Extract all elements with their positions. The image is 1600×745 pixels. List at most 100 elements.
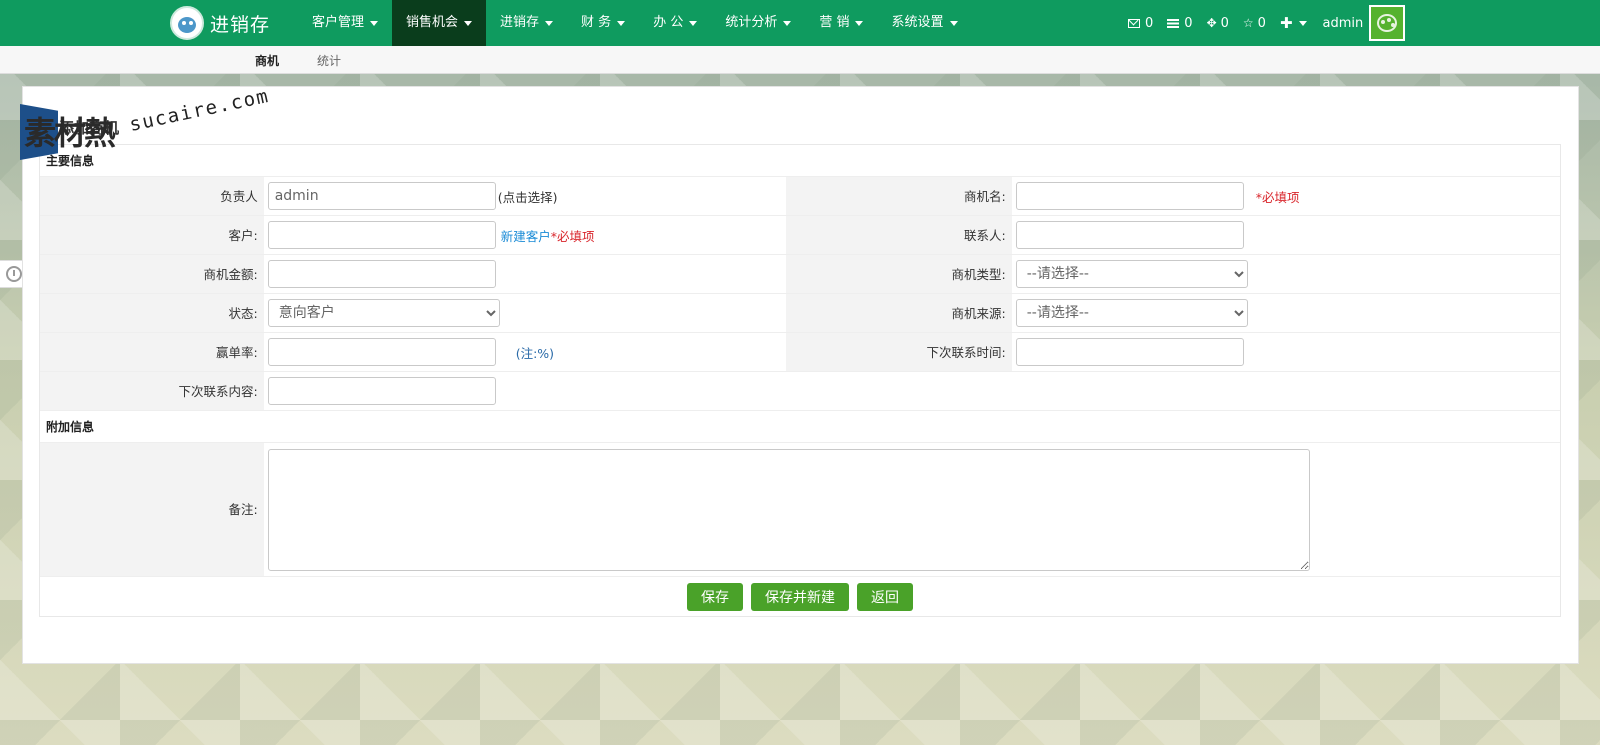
star-icon: ☆ (1242, 16, 1254, 30)
nav-finance[interactable]: 财 务 (567, 0, 639, 46)
messages-counter[interactable]: 0 (1128, 16, 1153, 31)
remarks-textarea[interactable] (267, 448, 1310, 571)
caret-down-icon (545, 20, 554, 26)
new-customer-link[interactable]: 新建客户 (501, 226, 551, 245)
list-icon (1167, 18, 1180, 28)
required-note: *必填项 (550, 228, 595, 244)
notices-count: 0 (1184, 15, 1193, 31)
owner-cell: (点击选择) (264, 177, 786, 215)
status-cell: 意向客户 (264, 294, 786, 332)
page-title: 添加商机 (59, 119, 120, 137)
move-icon: ✥ (1206, 16, 1217, 30)
amount-field[interactable] (267, 260, 496, 288)
form-row: 商机金额: 商机类型: --请选择-- (40, 255, 1560, 294)
opportunity-name-cell: *必填项 (1012, 177, 1560, 215)
source-cell: --请选择-- (1012, 294, 1560, 332)
form-row: 赢单率: (注:%) 下次联系时间: (40, 333, 1560, 372)
caret-down-icon (689, 20, 698, 26)
sub-navigation: 商机 统计 (0, 46, 1600, 74)
nav-office[interactable]: 办 公 (639, 0, 711, 46)
next-contact-content-cell (264, 372, 1560, 410)
messages-count: 0 (1145, 15, 1154, 31)
notices-counter[interactable]: 0 (1167, 15, 1193, 31)
main-menu: 客户管理 销售机会 进销存 财 务 办 公 统计分析 营 销 系统设置 (298, 0, 972, 46)
nav-system-settings[interactable]: 系统设置 (877, 0, 971, 46)
favorites-count: 0 (1257, 15, 1266, 31)
nav-customer-management[interactable]: 客户管理 (298, 0, 392, 46)
nav-inventory[interactable]: 进销存 (486, 0, 567, 46)
nav-label: 营 销 (819, 15, 850, 30)
win-rate-cell: (注:%) (264, 333, 786, 371)
amount-cell (264, 255, 786, 293)
type-cell: --请选择-- (1012, 255, 1560, 293)
save-and-new-button[interactable]: 保存并新建 (751, 582, 849, 611)
next-contact-time-label: 下次联系时间: (786, 333, 1012, 371)
opportunity-name-field[interactable] (1015, 182, 1244, 210)
next-contact-time-cell (1012, 333, 1560, 371)
nav-statistics[interactable]: 统计分析 (711, 0, 805, 46)
nav-label: 统计分析 (725, 15, 778, 30)
caret-down-icon (855, 20, 864, 26)
nav-marketing[interactable]: 营 销 (805, 0, 877, 46)
save-button[interactable]: 保存 (687, 582, 743, 611)
plus-icon: ✚ (1279, 14, 1293, 32)
contact-field[interactable] (1015, 221, 1244, 249)
paw-icon (1371, 7, 1404, 39)
tasks-counter[interactable]: ✥ 0 (1207, 16, 1229, 31)
favorites-counter[interactable]: ☆ 0 (1243, 16, 1266, 31)
header-right: 0 0 ✥ 0 ☆ 0 ✚ admin (1128, 0, 1406, 46)
avatar[interactable] (1369, 5, 1406, 41)
opportunity-form: 主要信息 负责人 (点击选择) 商机名: *必填项 客户: 新建客户*必填项 联… (39, 144, 1561, 617)
remarks-label: 备注: (40, 443, 264, 576)
brand[interactable]: 进销存 (170, 5, 270, 41)
next-contact-time-field[interactable] (1015, 338, 1244, 366)
top-navbar: 进销存 客户管理 销售机会 进销存 财 务 办 公 统计分析 营 销 系统设置 … (0, 0, 1600, 46)
caret-down-icon (1298, 20, 1307, 26)
owner-field[interactable] (267, 182, 496, 210)
win-rate-field[interactable] (267, 338, 496, 366)
caret-down-icon (783, 20, 792, 26)
required-note: *必填项 (1255, 189, 1300, 205)
nav-label: 财 务 (581, 15, 612, 30)
customer-label: 客户: (40, 216, 264, 254)
amount-label: 商机金额: (40, 255, 264, 293)
section-main-info: 主要信息 (40, 145, 1560, 177)
nav-label: 客户管理 (312, 15, 365, 30)
status-label: 状态: (40, 294, 264, 332)
caret-down-icon (464, 20, 473, 26)
section-extra-info: 附加信息 (40, 411, 1560, 443)
quick-add-menu[interactable]: ✚ (1280, 14, 1307, 32)
remarks-cell (264, 443, 1560, 576)
form-row: 负责人 (点击选择) 商机名: *必填项 (40, 177, 1560, 216)
form-row: 下次联系内容: (40, 372, 1560, 411)
tab-opportunity[interactable]: 商机 (255, 52, 279, 69)
caret-down-icon (370, 20, 379, 26)
win-rate-note: (注:%) (515, 345, 555, 361)
tab-statistics[interactable]: 统计 (317, 52, 341, 69)
nav-label: 办 公 (653, 15, 684, 30)
status-select[interactable]: 意向客户 (267, 299, 500, 327)
envelope-icon (1128, 18, 1140, 28)
clock-icon (5, 266, 22, 282)
monkey-logo-icon (170, 6, 204, 40)
type-select[interactable]: --请选择-- (1015, 260, 1248, 288)
source-select[interactable]: --请选择-- (1015, 299, 1248, 327)
back-button[interactable]: 返回 (857, 582, 913, 611)
owner-label: 负责人 (40, 177, 264, 215)
nav-label: 进销存 (500, 15, 540, 30)
caret-down-icon (617, 20, 626, 26)
customer-field[interactable] (267, 221, 496, 249)
form-actions: 保存 保存并新建 返回 (40, 577, 1560, 616)
type-label: 商机类型: (786, 255, 1012, 293)
nav-sales-opportunity[interactable]: 销售机会 (392, 0, 487, 46)
contact-cell (1012, 216, 1560, 254)
form-row: 备注: (40, 443, 1560, 577)
form-row: 客户: 新建客户 *必填项 联系人: (40, 216, 1560, 255)
nav-label: 系统设置 (891, 15, 944, 30)
caret-down-icon (949, 20, 958, 26)
next-contact-content-field[interactable] (267, 377, 496, 405)
content-panel: 添加商机 主要信息 负责人 (点击选择) 商机名: *必填项 客户: 新建客户*… (22, 86, 1579, 664)
user-name[interactable]: admin (1323, 16, 1364, 31)
opportunity-name-label: 商机名: (786, 177, 1012, 215)
form-row: 状态: 意向客户 商机来源: --请选择-- (40, 294, 1560, 333)
